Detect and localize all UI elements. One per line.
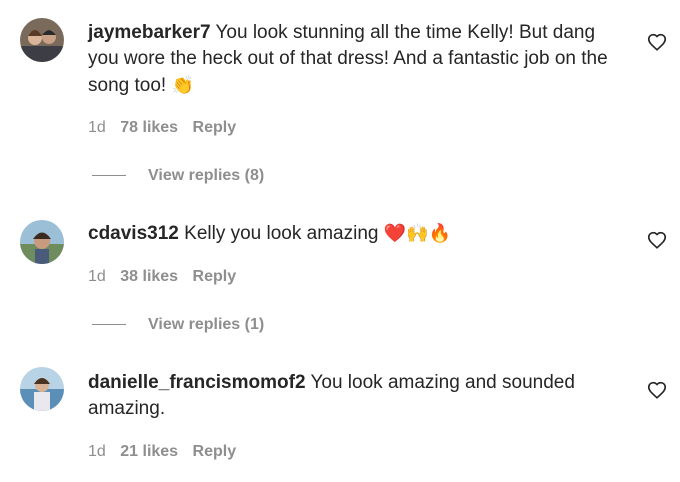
- avatar[interactable]: [20, 220, 64, 264]
- comment-likes[interactable]: 78 likes: [120, 119, 178, 136]
- heart-hands-fire-emoji: ❤️🙌🔥: [383, 223, 451, 243]
- comment-body: Kelly you look amazing: [184, 223, 379, 244]
- comment-meta: 1d 38 likes Reply: [88, 268, 246, 286]
- reply-button[interactable]: Reply: [193, 268, 237, 285]
- comment-text: jaymebarker7 You look stunning all the t…: [88, 20, 628, 99]
- avatar-photo-icon: [20, 367, 64, 411]
- avatar[interactable]: [20, 18, 64, 62]
- replies-divider: [92, 324, 126, 326]
- comment-time: 1d: [88, 268, 106, 285]
- comment-likes[interactable]: 38 likes: [120, 268, 178, 285]
- comment-meta: 1d 78 likes Reply: [88, 119, 246, 137]
- comment-username[interactable]: cdavis312: [88, 223, 179, 244]
- comment-text: cdavis312 Kelly you look amazing ❤️🙌🔥: [88, 220, 628, 247]
- like-heart-icon[interactable]: [646, 229, 668, 251]
- avatar-photo-icon: [20, 18, 64, 62]
- reply-button[interactable]: Reply: [193, 443, 237, 460]
- comment-text: danielle_francismomof2 You look amazing …: [88, 370, 628, 422]
- comment-username[interactable]: danielle_francismomof2: [88, 372, 306, 393]
- comment-time: 1d: [88, 443, 106, 460]
- like-heart-icon[interactable]: [646, 379, 668, 401]
- avatar-photo-icon: [20, 220, 64, 264]
- reply-button[interactable]: Reply: [193, 119, 237, 136]
- view-replies-button[interactable]: View replies (8): [92, 167, 264, 185]
- comment-username[interactable]: jaymebarker7: [88, 22, 211, 43]
- clap-emoji: 👏: [171, 75, 194, 95]
- view-replies-button[interactable]: View replies (1): [92, 316, 264, 334]
- view-replies-label: View replies (8): [148, 167, 265, 184]
- like-heart-icon[interactable]: [646, 31, 668, 53]
- replies-divider: [92, 175, 126, 177]
- comment-time: 1d: [88, 119, 106, 136]
- comment-meta: 1d 21 likes Reply: [88, 443, 246, 461]
- view-replies-label: View replies (1): [148, 316, 265, 333]
- comment-likes[interactable]: 21 likes: [120, 443, 178, 460]
- avatar[interactable]: [20, 367, 64, 411]
